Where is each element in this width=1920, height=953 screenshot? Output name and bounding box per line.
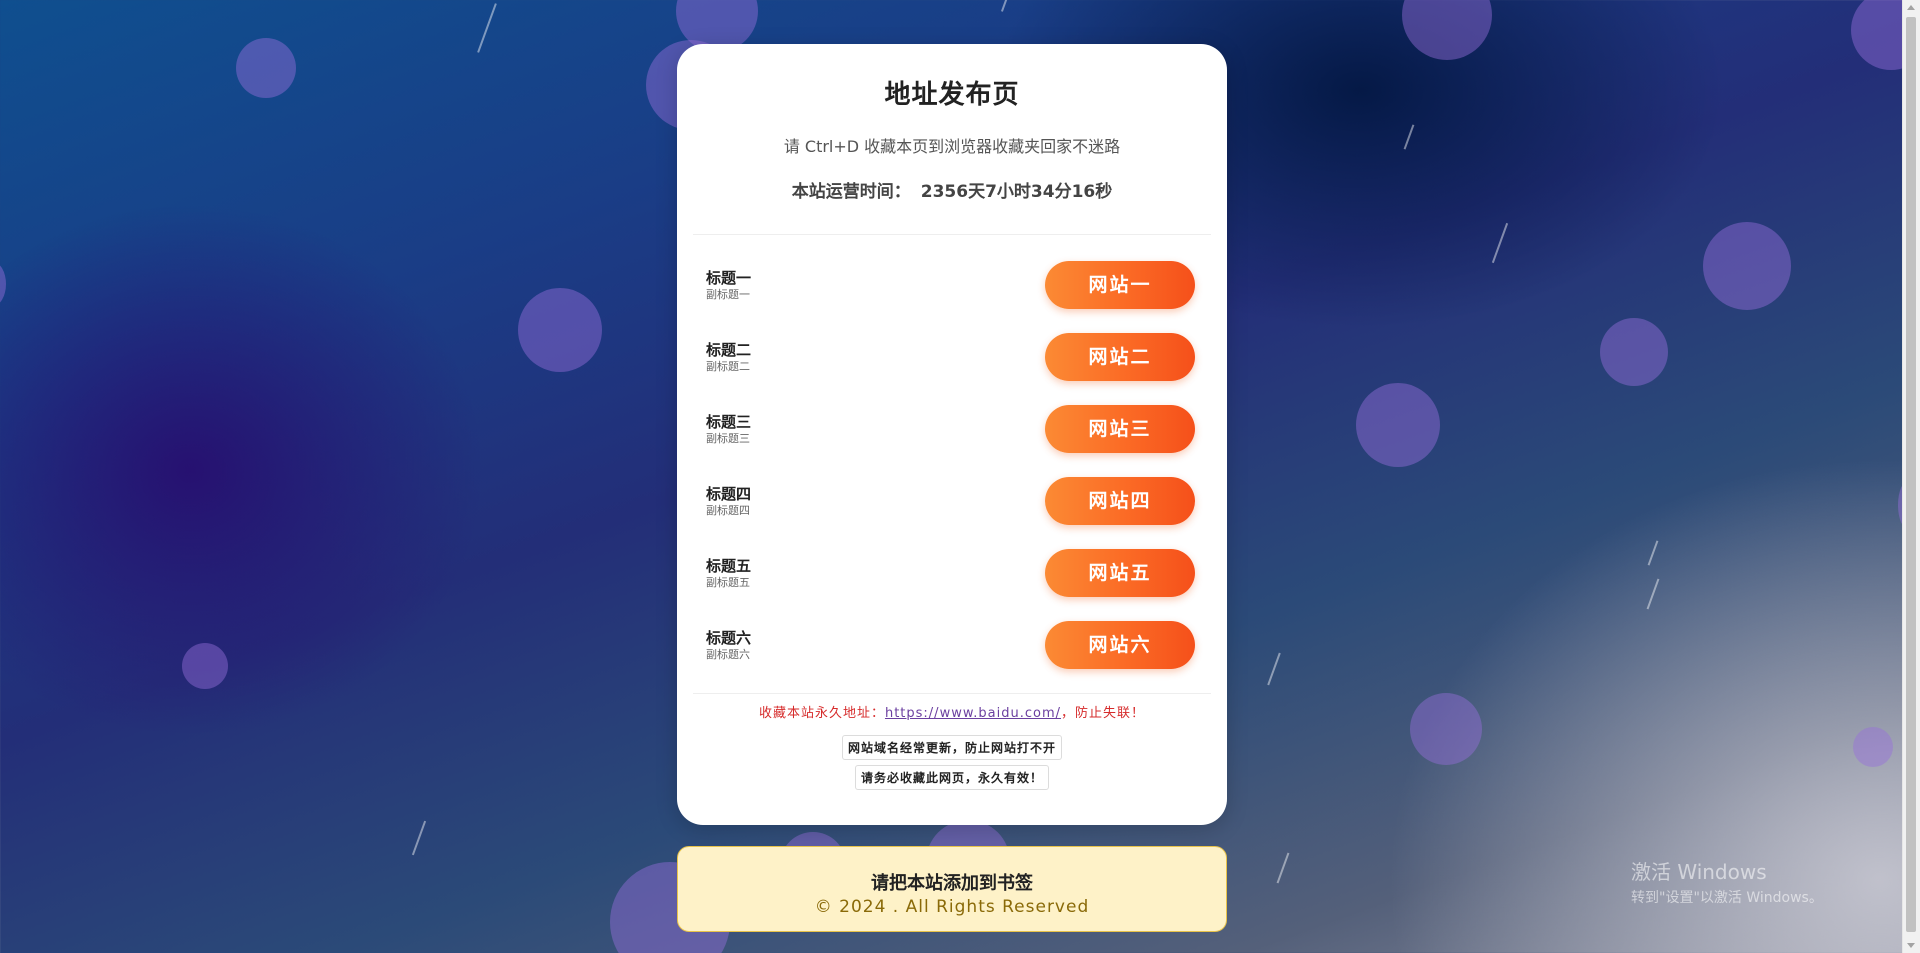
site-subtitle: 副标题一 <box>706 288 750 301</box>
page-title: 地址发布页 <box>884 80 1020 110</box>
site-button-1[interactable]: 网站一 <box>1045 261 1195 309</box>
site-text: 标题二 副标题二 <box>706 341 751 374</box>
rain-streak <box>1403 124 1415 150</box>
site-row: 标题一 副标题一 网站一 <box>677 261 1227 309</box>
permanent-url-link[interactable]: https://www.baidu.com/ <box>885 706 1061 721</box>
site-subtitle: 副标题四 <box>706 504 750 517</box>
site-button-5[interactable]: 网站五 <box>1045 549 1195 597</box>
rain-streak <box>1276 852 1290 884</box>
site-row: 标题六 副标题六 网站六 <box>677 621 1227 669</box>
rain-streak <box>1267 652 1281 686</box>
site-row: 标题二 副标题二 网站二 <box>677 333 1227 381</box>
site-subtitle: 副标题六 <box>706 648 750 661</box>
permanent-address: 收藏本站永久地址：https://www.baidu.com/，防止失联！ <box>677 702 1227 721</box>
bubble <box>1356 383 1440 467</box>
footer: 请把本站添加到书签 © 2024 . All Rights Reserved <box>677 846 1227 932</box>
site-button-4[interactable]: 网站四 <box>1045 477 1195 525</box>
site-title: 标题三 <box>706 413 752 431</box>
site-title: 标题一 <box>706 269 752 287</box>
site-text: 标题一 副标题一 <box>706 269 751 302</box>
rain-streak <box>1491 222 1509 264</box>
site-text: 标题四 副标题四 <box>706 485 751 518</box>
notice-domain-update: 网站域名经常更新，防止网站打不开 <box>841 735 1062 760</box>
runtime: 本站运营时间： 2356天7小时34分16秒 <box>677 177 1227 202</box>
site-row: 标题三 副标题三 网站三 <box>677 405 1227 453</box>
bubble <box>1600 318 1668 386</box>
site-button-2[interactable]: 网站二 <box>1045 333 1195 381</box>
watermark-title: 激活 Windows <box>1631 860 1767 884</box>
site-text: 标题六 副标题六 <box>706 629 751 662</box>
divider <box>693 234 1211 235</box>
rain-streak <box>1647 540 1659 566</box>
rain-streak <box>1000 0 1010 12</box>
rain-streak <box>411 820 427 856</box>
site-list: 标题一 副标题一 网站一 标题二 副标题二 网站二 标题三 副标题三 网站三 标… <box>677 261 1227 669</box>
site-title: 标题六 <box>706 629 752 647</box>
copyright: © 2024 . All Rights Reserved <box>814 897 1090 917</box>
bubble <box>236 38 296 98</box>
permanent-prefix: 收藏本站永久地址： <box>758 706 885 721</box>
scroll-down-icon[interactable] <box>1907 943 1915 948</box>
bubble <box>0 262 6 306</box>
site-text: 标题三 副标题三 <box>706 413 751 446</box>
windows-activation-watermark: 激活 Windows 转到"设置"以激活 Windows。 <box>1631 856 1823 907</box>
scroll-up-icon[interactable] <box>1907 5 1915 10</box>
site-button-3[interactable]: 网站三 <box>1045 405 1195 453</box>
bubble <box>1402 0 1492 60</box>
bubble <box>518 288 602 372</box>
site-row: 标题五 副标题五 网站五 <box>677 549 1227 597</box>
site-row: 标题四 副标题四 网站四 <box>677 477 1227 525</box>
runtime-value: 2356天7小时34分16秒 <box>920 182 1113 202</box>
site-subtitle: 副标题三 <box>706 432 750 445</box>
rain-streak <box>477 3 497 53</box>
site-button-6[interactable]: 网站六 <box>1045 621 1195 669</box>
site-subtitle: 副标题二 <box>706 360 750 373</box>
bubble <box>1703 222 1791 310</box>
divider <box>693 693 1211 694</box>
runtime-label: 本站运营时间： <box>791 182 911 202</box>
notice-box: 网站域名经常更新，防止网站打不开 请务必收藏此网页，永久有效！ <box>677 735 1227 795</box>
bubble <box>1853 727 1893 767</box>
bookmark-hint: 请 Ctrl+D 收藏本页到浏览器收藏夹回家不迷路 <box>783 137 1121 156</box>
bubble <box>1410 693 1482 765</box>
notice-bookmark: 请务必收藏此网页，永久有效！ <box>854 765 1049 790</box>
address-card: 地址发布页 请 Ctrl+D 收藏本页到浏览器收藏夹回家不迷路 本站运营时间： 2… <box>677 44 1227 825</box>
site-title: 标题四 <box>706 485 752 503</box>
site-title: 标题五 <box>706 557 752 575</box>
site-title: 标题二 <box>706 341 752 359</box>
footer-title: 请把本站添加到书签 <box>871 873 1033 894</box>
watermark-subtitle: 转到"设置"以激活 Windows。 <box>1631 890 1823 906</box>
page-scrollbar[interactable] <box>1902 0 1920 953</box>
scrollbar-thumb[interactable] <box>1906 17 1916 932</box>
site-subtitle: 副标题五 <box>706 576 750 589</box>
site-text: 标题五 副标题五 <box>706 557 751 590</box>
rain-streak <box>1646 578 1660 610</box>
bubble <box>182 643 228 689</box>
permanent-suffix: ，防止失联！ <box>1061 706 1146 721</box>
